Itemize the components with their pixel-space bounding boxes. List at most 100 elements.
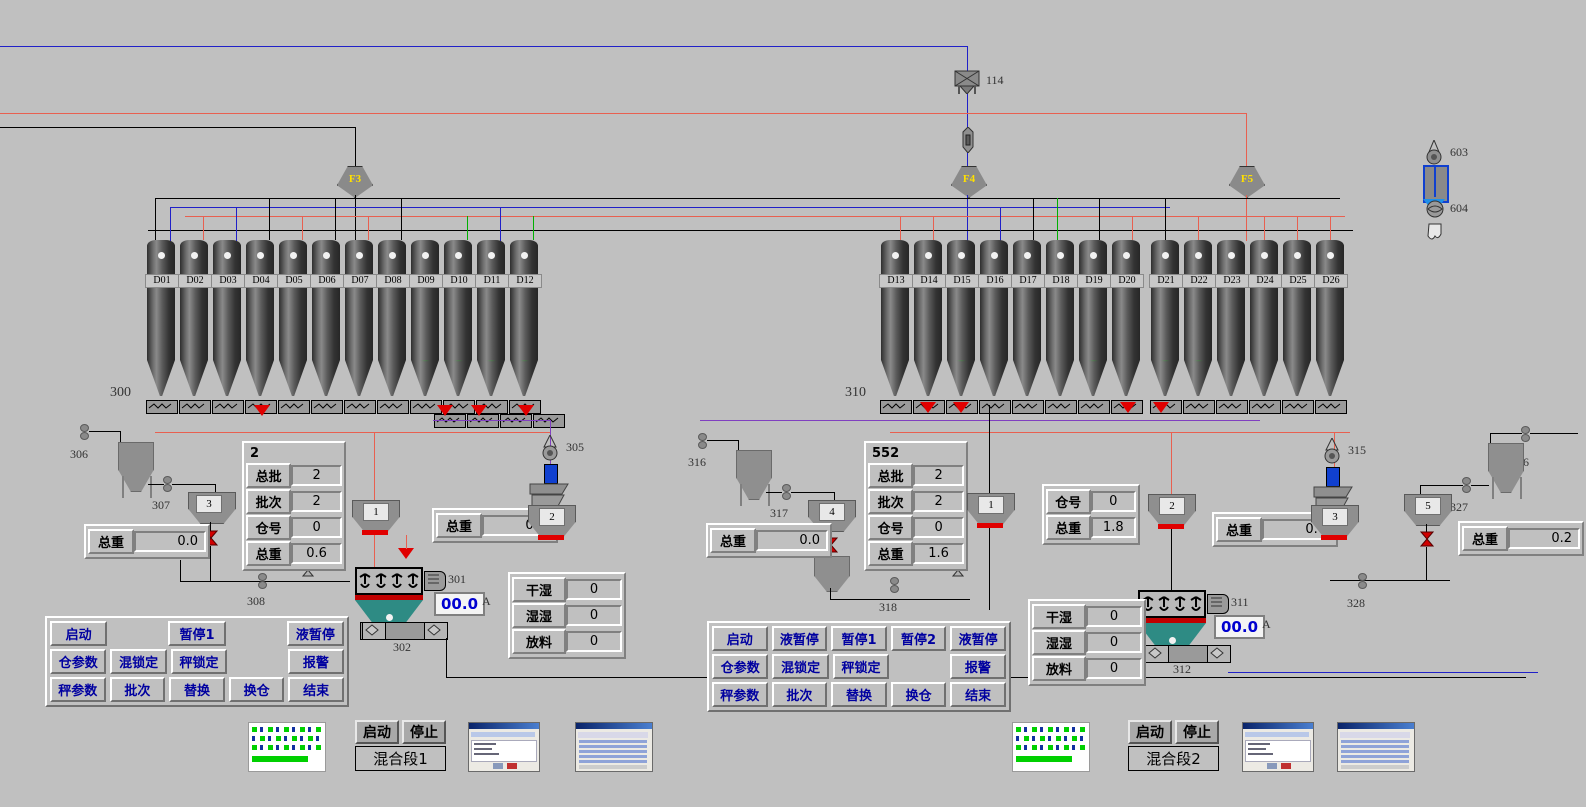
ctrl-right-button-结束[interactable]: 结束 (950, 682, 1006, 707)
ctrl-right-button-暂停1[interactable]: 暂停1 (831, 626, 887, 651)
feeder-d13[interactable] (880, 400, 912, 414)
window-thumb-1-2[interactable] (575, 722, 653, 772)
segment-stop-button-1[interactable]: 停止 (402, 720, 446, 744)
ctrl-left-button-混锁定[interactable]: 混锁定 (110, 649, 166, 674)
silo-d18[interactable]: D18 (1046, 240, 1074, 396)
ctrl-right-button-批次[interactable]: 批次 (772, 682, 828, 707)
diverter-valve-right-1[interactable] (920, 402, 936, 413)
silo-d19[interactable]: D19 (1079, 240, 1107, 396)
ctrl-right-button-液暂停[interactable]: 液暂停 (950, 626, 1006, 651)
feeder-secondary-2[interactable] (467, 414, 499, 428)
valve-327-icon[interactable] (1420, 531, 1432, 545)
discharge-valve-b-icon[interactable] (424, 622, 448, 640)
diverter-valve-right-4[interactable] (1153, 402, 1169, 413)
feeder-d19[interactable] (1078, 400, 1110, 414)
ctrl-right-button-替换[interactable]: 替换 (831, 682, 887, 707)
silo-d16[interactable]: D16 (980, 240, 1008, 396)
diverter-valve-left-4[interactable] (518, 405, 534, 416)
ctrl-left-button-批次[interactable]: 批次 (110, 677, 166, 702)
ctrl-right-button-秤参数[interactable]: 秤参数 (712, 682, 768, 707)
silo-d05[interactable]: D05 (279, 240, 307, 396)
silo-d08[interactable]: D08 (378, 240, 406, 396)
status-overview-thumb-2[interactable] (1012, 722, 1090, 772)
ctrl-left-button-报警[interactable]: 报警 (288, 649, 344, 674)
silo-d17[interactable]: D17 (1013, 240, 1041, 396)
diverter-valve-right-3[interactable] (1120, 402, 1136, 413)
silo-d02[interactable]: D02 (180, 240, 208, 396)
silo-d13[interactable]: D13 (881, 240, 909, 396)
window-thumb-1-1[interactable] (468, 722, 540, 772)
silo-d10[interactable]: D10 (444, 240, 472, 396)
ctrl-right-button-报警[interactable]: 报警 (950, 654, 1006, 679)
diverter-valve-left-2[interactable] (437, 405, 453, 416)
ctrl-left-button-暂停1[interactable]: 暂停1 (168, 621, 225, 646)
feeder-secondary-4[interactable] (533, 414, 565, 428)
ctrl-right-button-换仓[interactable]: 换仓 (891, 682, 947, 707)
segment-stop-button-2[interactable]: 停止 (1175, 720, 1219, 744)
silo-d20[interactable]: D20 (1112, 240, 1140, 396)
discharge-valve-c-icon[interactable] (1145, 645, 1169, 663)
feeder-d05[interactable] (278, 400, 310, 414)
ctrl-left-button-结束[interactable]: 结束 (288, 677, 344, 702)
silo-d25[interactable]: D25 (1283, 240, 1311, 396)
ctrl-left-button-替换[interactable]: 替换 (169, 677, 225, 702)
ctrl-right-button-混锁定[interactable]: 混锁定 (772, 654, 828, 679)
silo-d12[interactable]: D12 (510, 240, 538, 396)
silo-d26[interactable]: D26 (1316, 240, 1344, 396)
silo-d04[interactable]: D04 (246, 240, 274, 396)
silo-d03[interactable]: D03 (213, 240, 241, 396)
discharge-valve-d-icon[interactable] (1207, 645, 1231, 663)
ctrl-right-button-液暂停[interactable]: 液暂停 (772, 626, 828, 651)
feeder-d18[interactable] (1045, 400, 1077, 414)
segment-start-button-1[interactable]: 启动 (355, 720, 399, 744)
feeder-d16[interactable] (979, 400, 1011, 414)
ctrl-right-button-仓参数[interactable]: 仓参数 (712, 654, 768, 679)
feeder-d08[interactable] (377, 400, 409, 414)
feeder-secondary-3[interactable] (500, 414, 532, 428)
ctrl-left-button-秤参数[interactable]: 秤参数 (50, 677, 106, 702)
silo-d01[interactable]: D01 (147, 240, 175, 396)
silo-d07[interactable]: D07 (345, 240, 373, 396)
ctrl-left-button-秤锁定[interactable]: 秤锁定 (171, 649, 227, 674)
ctrl-left-button-液暂停[interactable]: 液暂停 (287, 621, 344, 646)
ctrl-right-button-秤锁定[interactable]: 秤锁定 (833, 654, 889, 679)
silo-d09[interactable]: D09 (411, 240, 439, 396)
feeder-d06[interactable] (311, 400, 343, 414)
window-thumb-2-2[interactable] (1337, 722, 1415, 772)
valve-114-icon[interactable] (954, 70, 980, 92)
silo-d24[interactable]: D24 (1250, 240, 1278, 396)
distributor-f4[interactable]: F4 (951, 166, 987, 198)
feeder-secondary-1[interactable] (434, 414, 466, 428)
feeder-d24[interactable] (1249, 400, 1281, 414)
ctrl-left-button-启动[interactable]: 启动 (50, 621, 107, 646)
feeder-d03[interactable] (212, 400, 244, 414)
window-thumb-2-1[interactable] (1242, 722, 1314, 772)
ctrl-right-button-启动[interactable]: 启动 (712, 626, 768, 651)
ctrl-right-button-暂停2[interactable]: 暂停2 (891, 626, 947, 651)
ctrl-left-button-换仓[interactable]: 换仓 (229, 677, 285, 702)
segment-start-button-2[interactable]: 启动 (1128, 720, 1172, 744)
distributor-f5[interactable]: F5 (1229, 166, 1265, 198)
silo-d22[interactable]: D22 (1184, 240, 1212, 396)
valve-to-mixer-301[interactable] (398, 548, 414, 559)
silo-d15[interactable]: D15 (947, 240, 975, 396)
feeder-d02[interactable] (179, 400, 211, 414)
diverter-valve-left-3[interactable] (471, 405, 487, 416)
silo-d06[interactable]: D06 (312, 240, 340, 396)
feeder-d22[interactable] (1183, 400, 1215, 414)
feeder-d26[interactable] (1315, 400, 1347, 414)
silo-d14[interactable]: D14 (914, 240, 942, 396)
diverter-valve-left-1[interactable] (254, 405, 270, 416)
status-overview-thumb-1[interactable] (248, 722, 326, 772)
diverter-valve-right-2[interactable] (953, 402, 969, 413)
silo-d11[interactable]: D11 (477, 240, 505, 396)
ctrl-left-button-仓参数[interactable]: 仓参数 (50, 649, 106, 674)
feeder-d23[interactable] (1216, 400, 1248, 414)
silo-d23[interactable]: D23 (1217, 240, 1245, 396)
feeder-d17[interactable] (1012, 400, 1044, 414)
silo-d21[interactable]: D21 (1151, 240, 1179, 396)
feeder-d25[interactable] (1282, 400, 1314, 414)
feeder-d01[interactable] (146, 400, 178, 414)
feeder-d07[interactable] (344, 400, 376, 414)
discharge-valve-a-icon[interactable] (362, 622, 386, 640)
